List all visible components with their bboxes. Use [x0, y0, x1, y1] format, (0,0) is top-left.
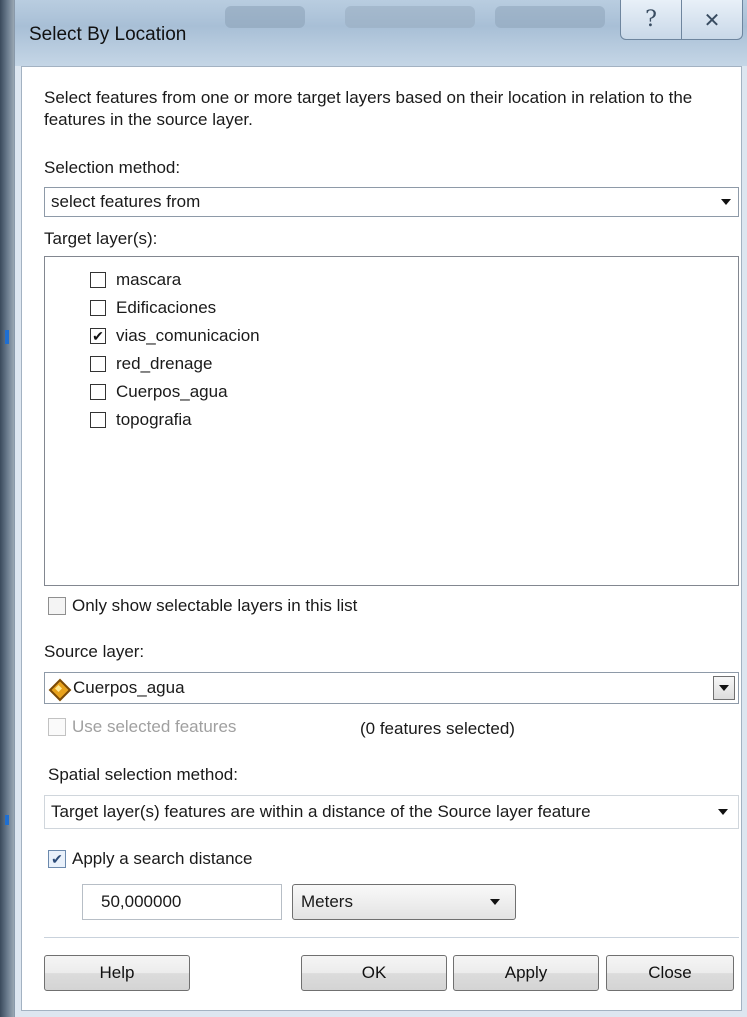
- layer-name: vias_comunicacion: [116, 326, 260, 345]
- checkmark-icon: ✔: [92, 328, 104, 344]
- question-mark-icon: ?: [645, 7, 657, 32]
- search-distance-input[interactable]: 50,000000: [82, 884, 282, 920]
- apply-button[interactable]: Apply: [453, 955, 599, 991]
- selection-method-dropdown[interactable]: select features from: [44, 187, 739, 217]
- layer-checkbox[interactable]: [90, 356, 106, 372]
- layer-name: Cuerpos_agua: [116, 382, 228, 401]
- target-layer-item[interactable]: mascara: [90, 269, 181, 291]
- layer-checkbox[interactable]: [90, 412, 106, 428]
- target-layer-item[interactable]: red_drenage: [90, 353, 212, 375]
- only-selectable-option[interactable]: Only show selectable layers in this list: [48, 596, 357, 616]
- features-selected-count: (0 features selected): [360, 719, 515, 738]
- help-button[interactable]: Help: [44, 955, 190, 991]
- close-x-icon: ✕: [703, 7, 721, 32]
- search-distance-option[interactable]: ✔ Apply a search distance: [48, 849, 253, 869]
- source-layer-value: Cuerpos_agua: [73, 678, 185, 697]
- search-distance-value: 50,000000: [101, 892, 182, 911]
- use-selected-checkbox[interactable]: [48, 718, 66, 736]
- title-bar-glass: [225, 6, 305, 28]
- layer-name: topografia: [116, 410, 192, 429]
- spatial-method-label: Spatial selection method:: [48, 765, 238, 784]
- chevron-down-icon: [475, 899, 515, 905]
- title-bar-glass: [345, 6, 475, 28]
- target-layer-item[interactable]: Edificaciones: [90, 297, 216, 319]
- background-marker: [5, 330, 9, 344]
- chevron-down-icon: [708, 809, 738, 815]
- layer-checkbox[interactable]: [90, 384, 106, 400]
- target-layer-item[interactable]: ✔ vias_comunicacion: [90, 325, 260, 347]
- polygon-layer-icon: [49, 679, 67, 697]
- background-app-strip: [0, 0, 14, 1017]
- only-selectable-label: Only show selectable layers in this list: [72, 596, 358, 615]
- use-selected-option[interactable]: Use selected features: [48, 717, 236, 737]
- source-layer-label: Source layer:: [44, 642, 145, 661]
- ok-button[interactable]: OK: [301, 955, 447, 991]
- layer-name: mascara: [116, 270, 182, 289]
- window-title: Select By Location: [29, 24, 187, 45]
- title-bar-glass: [495, 6, 605, 28]
- button-separator: [44, 937, 739, 938]
- layer-checkbox[interactable]: [90, 300, 106, 316]
- search-distance-checkbox[interactable]: ✔: [48, 850, 66, 868]
- layer-checkbox-checked[interactable]: ✔: [90, 328, 106, 344]
- layer-name: red_drenage: [116, 354, 213, 373]
- layer-name: Edificaciones: [116, 298, 217, 317]
- distance-units-dropdown[interactable]: Meters: [292, 884, 516, 920]
- target-layers-label: Target layer(s):: [44, 229, 158, 248]
- chevron-down-icon: [713, 676, 735, 700]
- spatial-method-value: Target layer(s) features are within a di…: [51, 802, 591, 821]
- background-marker: [5, 815, 9, 825]
- target-layer-item[interactable]: topografia: [90, 409, 192, 431]
- window-close-button[interactable]: ✕: [681, 0, 743, 40]
- spatial-method-dropdown[interactable]: Target layer(s) features are within a di…: [44, 795, 739, 829]
- search-distance-label: Apply a search distance: [72, 849, 253, 868]
- selection-method-value: select features from: [51, 192, 201, 211]
- distance-units-value: Meters: [301, 892, 353, 911]
- checkmark-icon: ✔: [51, 850, 63, 867]
- context-help-button[interactable]: ?: [620, 0, 682, 40]
- select-by-location-dialog: Select By Location ? ✕ Select features f…: [14, 0, 747, 1017]
- dialog-body: Select features from one or more target …: [21, 66, 742, 1011]
- selection-method-label: Selection method:: [44, 158, 181, 177]
- title-bar[interactable]: Select By Location ? ✕: [15, 0, 747, 66]
- source-layer-dropdown[interactable]: Cuerpos_agua: [44, 672, 739, 704]
- chevron-down-icon: [714, 199, 738, 205]
- use-selected-label: Use selected features: [72, 717, 237, 736]
- target-layer-item[interactable]: Cuerpos_agua: [90, 381, 228, 403]
- close-button[interactable]: Close: [606, 955, 734, 991]
- only-selectable-checkbox[interactable]: [48, 597, 66, 615]
- dialog-description: Select features from one or more target …: [44, 88, 693, 129]
- target-layers-list[interactable]: mascara Edificaciones ✔ vias_comunicacio…: [44, 256, 739, 586]
- layer-checkbox[interactable]: [90, 272, 106, 288]
